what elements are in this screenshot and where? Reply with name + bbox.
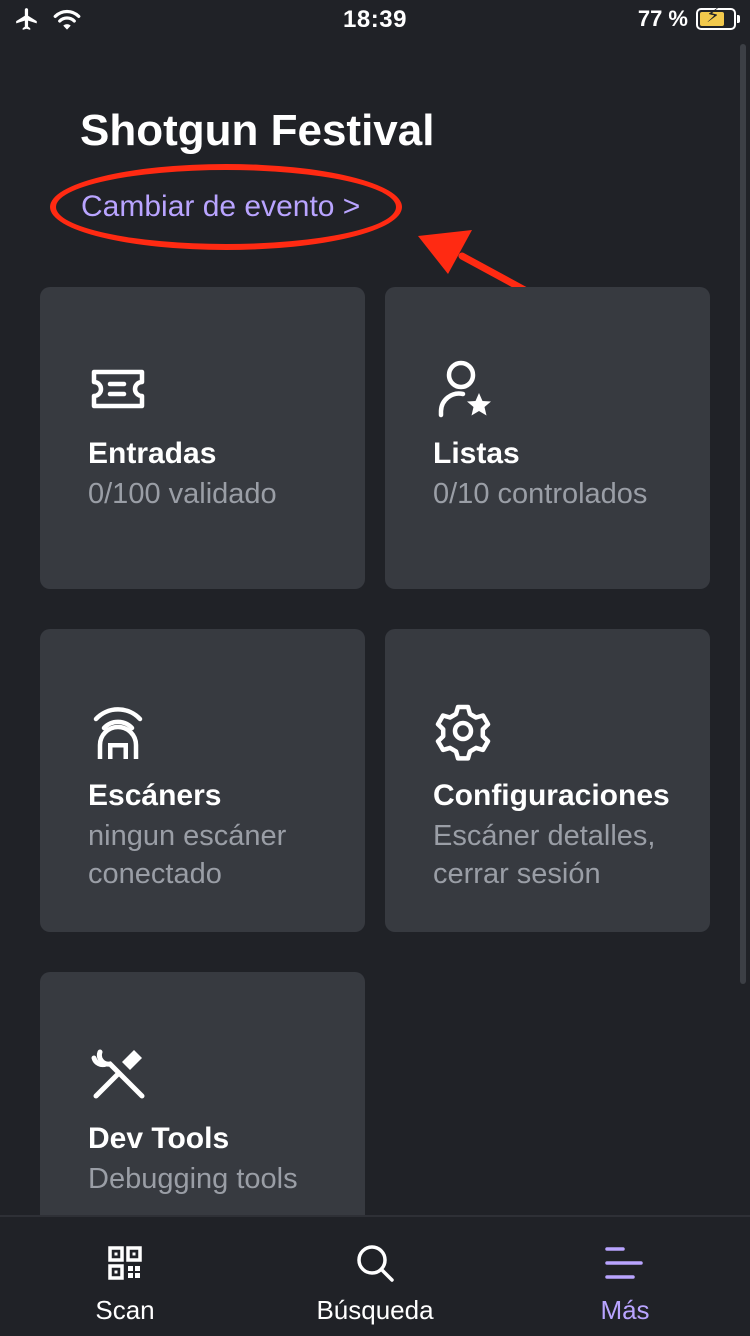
battery-icon: ⚡	[696, 6, 740, 30]
tab-mas[interactable]: Más	[500, 1217, 750, 1336]
battery-percentage: 77 %	[637, 6, 688, 31]
tile-title: Dev Tools	[88, 1122, 230, 1155]
user-star-icon	[438, 360, 491, 418]
qr-code-icon	[108, 1246, 142, 1280]
search-icon	[357, 1245, 394, 1282]
tile-configuraciones[interactable]: Configuraciones Escáner detalles, cerrar…	[385, 629, 710, 932]
tile-subtitle: Debugging tools	[88, 1163, 298, 1195]
tile-title: Entradas	[88, 437, 217, 470]
tab-label: Búsqueda	[316, 1295, 434, 1325]
scroll-indicator[interactable]	[740, 44, 746, 984]
tile-subtitle: ningun escáner conectado	[88, 820, 287, 890]
tile-title: Escáners	[88, 779, 222, 812]
tile-escaners[interactable]: Escáners ningun escáner conectado	[40, 629, 365, 932]
tile-entradas[interactable]: Entradas 0/100 validado	[40, 287, 365, 589]
gear-icon	[435, 704, 491, 761]
tab-scan[interactable]: Scan	[0, 1217, 250, 1336]
tile-title: Configuraciones	[433, 779, 670, 812]
tab-label: Más	[600, 1295, 650, 1325]
tile-subtitle: 0/100 validado	[88, 478, 277, 510]
status-right: 77 % ⚡	[637, 6, 740, 32]
tab-label: Scan	[95, 1295, 155, 1325]
tab-busqueda[interactable]: Búsqueda	[250, 1217, 500, 1336]
scanner-icon	[93, 707, 143, 759]
tab-bar: Scan Búsqueda Más	[0, 1215, 750, 1336]
event-title: Shotgun Festival	[80, 106, 435, 155]
menu-icon	[605, 1247, 643, 1279]
tile-dev-tools[interactable]: Dev Tools Debugging tools	[40, 972, 365, 1232]
tile-subtitle: Escáner detalles, cerrar sesión	[433, 820, 656, 890]
status-bar: 18:39 77 % ⚡	[0, 0, 750, 40]
tile-listas[interactable]: Listas 0/10 controlados	[385, 287, 710, 589]
tile-subtitle: 0/10 controlados	[433, 478, 648, 510]
change-event-link[interactable]: Cambiar de evento >	[81, 190, 360, 224]
ticket-icon	[91, 369, 145, 409]
tile-title: Listas	[433, 437, 520, 470]
tools-icon	[91, 1049, 145, 1099]
